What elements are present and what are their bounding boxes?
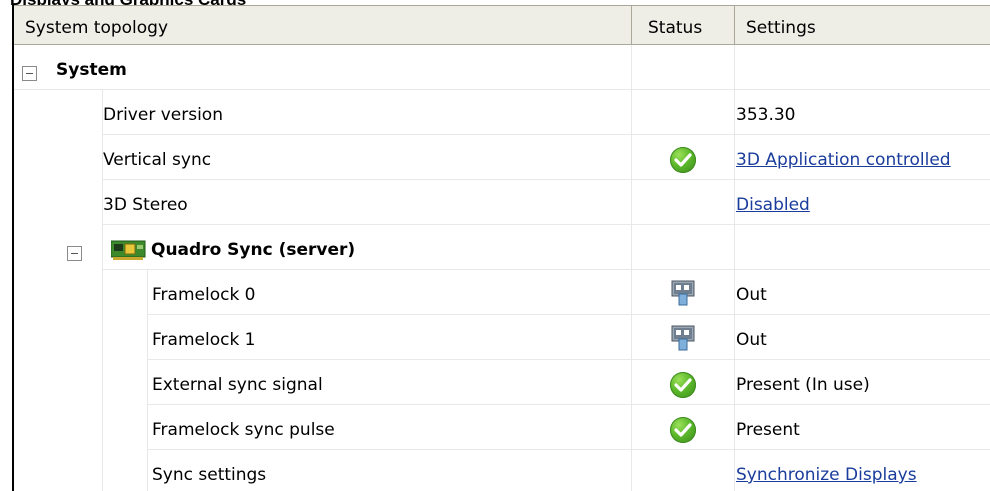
tree-row-external-sync-signal[interactable]: External sync signal Present (In use)	[14, 360, 990, 405]
topology-grid: System topology Status Settings System D…	[12, 5, 990, 491]
setting-value: Present	[736, 420, 800, 440]
tree-row-label: Sync settings	[152, 465, 267, 485]
setting-value: Out	[736, 330, 767, 350]
check-icon	[670, 417, 696, 443]
tree-row-framelock-0[interactable]: Framelock 0 Out	[14, 270, 990, 315]
column-header-settings[interactable]: Settings	[734, 6, 990, 45]
check-icon	[670, 147, 696, 173]
tree-row-sync-settings[interactable]: Sync settings Synchronize Displays	[14, 450, 990, 491]
framelock-connector-icon	[671, 280, 695, 306]
column-header-status[interactable]: Status	[631, 6, 734, 45]
framelock-connector-icon	[671, 325, 695, 351]
tree-row-label: Framelock 1	[152, 330, 256, 350]
column-header-topology[interactable]: System topology	[14, 6, 631, 45]
tree-row-3d-stereo[interactable]: 3D Stereo Disabled	[14, 180, 990, 225]
tree-row-quadro-sync[interactable]: Quadro Sync (server)	[14, 225, 990, 270]
vertical-sync-link[interactable]: 3D Application controlled	[736, 135, 951, 179]
tree-row-label: Driver version	[103, 105, 223, 125]
tree-row-system[interactable]: System	[14, 45, 990, 90]
3d-stereo-link[interactable]: Disabled	[736, 180, 810, 224]
tree-row-label: Vertical sync	[103, 150, 212, 170]
setting-value: 353.30	[736, 105, 796, 125]
tree-row-driver-version[interactable]: Driver version 353.30	[14, 90, 990, 135]
tree-row-vertical-sync[interactable]: Vertical sync 3D Application controlled	[14, 135, 990, 180]
tree-row-label: 3D Stereo	[103, 195, 188, 215]
tree-row-label: Quadro Sync (server)	[151, 240, 356, 260]
check-icon	[670, 372, 696, 398]
collapse-toggle-icon[interactable]	[67, 246, 82, 261]
setting-value: Out	[736, 285, 767, 305]
tree-row-label: System	[56, 60, 127, 80]
tree-row-framelock-sync-pulse[interactable]: Framelock sync pulse Present	[14, 405, 990, 450]
synchronize-displays-link[interactable]: Synchronize Displays	[736, 450, 917, 491]
tree-row-label: Framelock 0	[152, 285, 256, 305]
tree-row-label: External sync signal	[152, 375, 323, 395]
sync-card-icon	[110, 239, 147, 261]
grid-header: System topology Status Settings	[14, 5, 990, 45]
setting-value: Present (In use)	[736, 375, 870, 395]
collapse-toggle-icon[interactable]	[22, 66, 37, 81]
tree-row-label: Framelock sync pulse	[152, 420, 335, 440]
tree-row-framelock-1[interactable]: Framelock 1 Out	[14, 315, 990, 360]
